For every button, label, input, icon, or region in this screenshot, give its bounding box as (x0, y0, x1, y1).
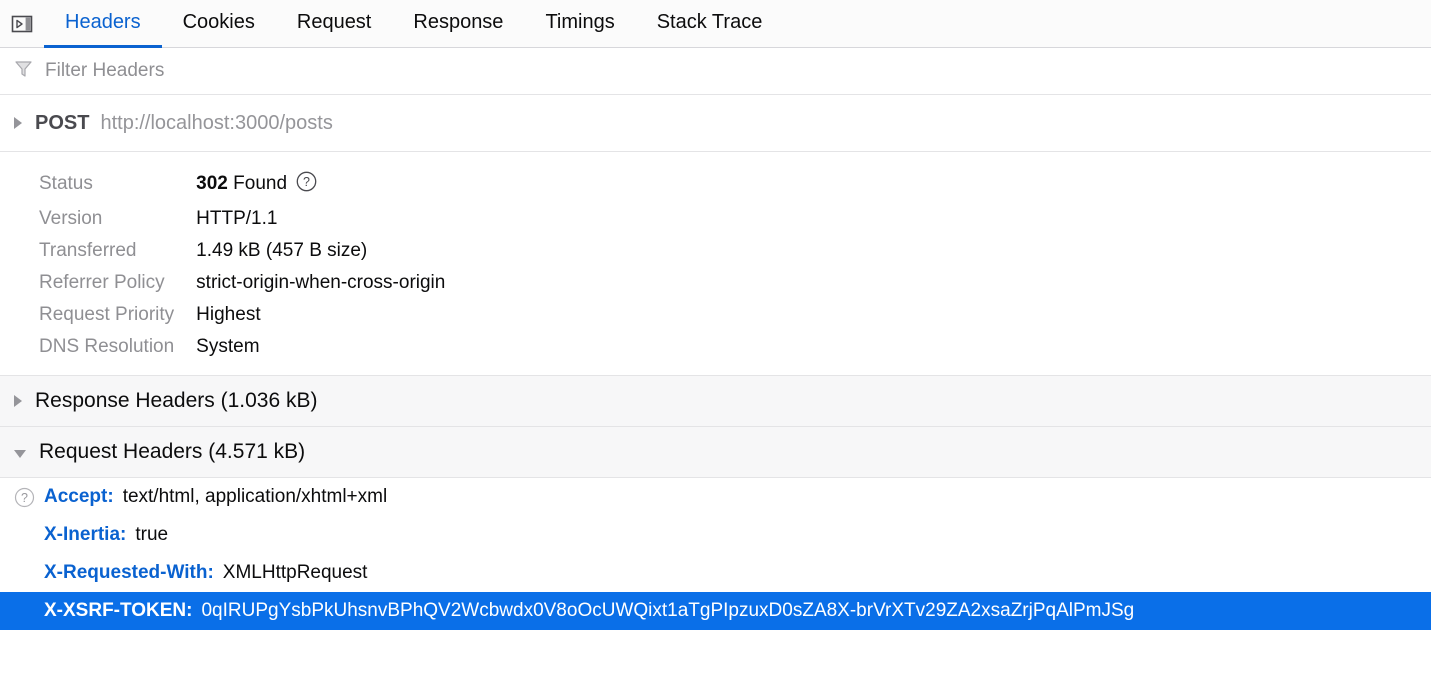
filter-headers-input[interactable] (45, 60, 645, 82)
status-code: 302 (196, 173, 228, 194)
request-method: POST (35, 111, 90, 134)
section-request-headers[interactable]: Request Headers (4.571 kB) (0, 427, 1431, 478)
header-row-x-xsrf-token[interactable]: X-XSRF-TOKEN: 0qIRUPgYsbPkUhsnvBPhQV2Wcb… (0, 592, 1431, 630)
toggle-detail-panel-icon (11, 13, 33, 35)
header-value: XMLHttpRequest (222, 562, 368, 583)
tab-label: Cookies (182, 11, 255, 33)
tab-timings[interactable]: Timings (524, 0, 635, 48)
header-name: X-Requested-With: (44, 562, 214, 583)
request-details-table: Status 302 Found? Version HTTP/1.1 Trans… (0, 166, 445, 363)
tab-stack-trace[interactable]: Stack Trace (636, 0, 784, 48)
header-value: 0qIRUPgYsbPkUhsnvBPhQV2Wcbwdx0V8oOcUWQix… (201, 600, 1135, 621)
detail-row-version: Version HTTP/1.1 (0, 203, 445, 235)
detail-label: Referrer Policy (39, 272, 165, 293)
detail-label: Transferred (39, 240, 137, 261)
detail-label: DNS Resolution (39, 336, 175, 357)
tab-response[interactable]: Response (392, 0, 524, 48)
collapse-triangle-icon[interactable] (14, 449, 26, 458)
detail-value: 1.49 kB (457 B size) (196, 240, 368, 261)
section-label: Response Headers (1.036 kB) (35, 389, 318, 412)
help-circle-icon[interactable]: ? (296, 171, 317, 198)
tab-label: Headers (65, 11, 141, 33)
header-value: true (135, 524, 169, 545)
svg-text:?: ? (303, 175, 310, 189)
header-value: text/html, application/xhtml+xml (122, 486, 388, 507)
detail-label: Status (39, 173, 93, 194)
expand-triangle-icon[interactable] (14, 395, 22, 407)
detail-row-transferred: Transferred 1.49 kB (457 B size) (0, 235, 445, 267)
tab-label: Timings (545, 11, 615, 33)
tab-bar: Headers Cookies Request Response Timings… (0, 0, 1431, 48)
status-text: Found (233, 173, 288, 194)
header-row-accept[interactable]: ? Accept: text/html, application/xhtml+x… (0, 478, 1431, 516)
tab-request[interactable]: Request (276, 0, 393, 48)
request-url: http://localhost:3000/posts (100, 111, 333, 134)
filter-funnel-icon (14, 59, 33, 83)
tab-label: Request (296, 11, 372, 33)
svg-text:?: ? (21, 491, 28, 505)
filter-bar (0, 48, 1431, 95)
detail-value: 302 Found? (196, 166, 445, 203)
detail-row-referrer-policy: Referrer Policy strict-origin-when-cross… (0, 267, 445, 299)
detail-value: System (196, 336, 260, 357)
tab-label: Stack Trace (656, 11, 763, 33)
request-headers-list: ? Accept: text/html, application/xhtml+x… (0, 478, 1431, 630)
tab-headers[interactable]: Headers (44, 0, 162, 48)
help-circle-icon[interactable]: ? (14, 487, 44, 508)
section-label: Request Headers (4.571 kB) (39, 440, 306, 463)
detail-row-dns-resolution: DNS Resolution System (0, 331, 445, 363)
detail-row-request-priority: Request Priority Highest (0, 299, 445, 331)
detail-row-status: Status 302 Found? (0, 166, 445, 203)
detail-value: strict-origin-when-cross-origin (196, 272, 446, 293)
detail-label: Request Priority (39, 304, 175, 325)
detail-value: Highest (196, 304, 261, 325)
header-row-x-requested-with[interactable]: X-Requested-With: XMLHttpRequest (0, 554, 1431, 592)
header-row-x-inertia[interactable]: X-Inertia: true (0, 516, 1431, 554)
expand-triangle-icon[interactable] (14, 117, 22, 129)
tab-label: Response (413, 11, 504, 33)
header-name: X-Inertia: (44, 524, 127, 545)
section-response-headers[interactable]: Response Headers (1.036 kB) (0, 376, 1431, 427)
header-name: X-XSRF-TOKEN: (44, 600, 193, 621)
detail-value: HTTP/1.1 (196, 208, 278, 229)
header-name: Accept: (44, 486, 114, 507)
detail-label: Version (39, 208, 103, 229)
request-details: Status 302 Found? Version HTTP/1.1 Trans… (0, 152, 1431, 376)
request-summary-row[interactable]: POST http://localhost:3000/posts (0, 95, 1431, 152)
toggle-detail-panel-button[interactable] (0, 0, 44, 47)
tab-cookies[interactable]: Cookies (162, 0, 276, 48)
